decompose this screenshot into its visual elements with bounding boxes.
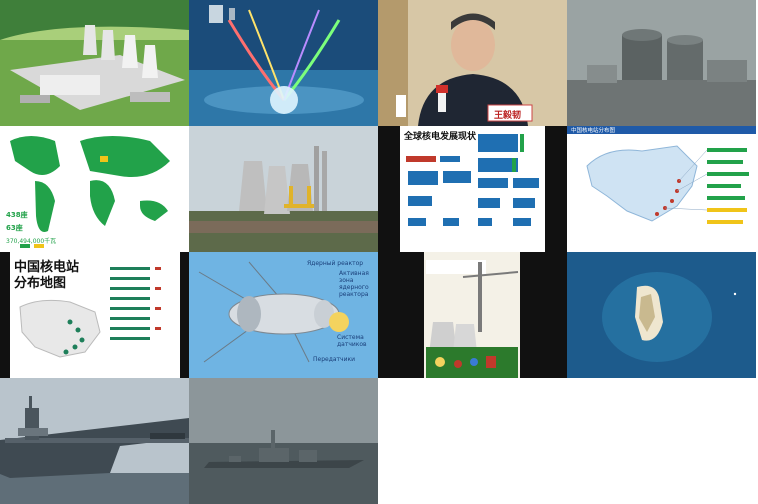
infographic-status-image — [378, 126, 567, 252]
tile-reactor-diagram[interactable] — [378, 252, 567, 378]
tile-world-map[interactable]: 438座 63座 370,494,000千瓦 — [0, 126, 189, 252]
tile-cooling-towers[interactable] — [189, 126, 378, 252]
island-satellite-image — [567, 252, 756, 378]
reactor-label-3: Система датчиков — [337, 334, 367, 348]
nameplate-text: 王毅韧 — [494, 111, 522, 121]
world-map-stat-b: 63座 — [6, 224, 23, 232]
foggy-plant-image — [567, 0, 756, 126]
tile-foggy-plant[interactable] — [567, 0, 756, 126]
reactor-diagram-image — [378, 252, 567, 378]
tile-speaker-portrait[interactable]: 王毅韧 — [378, 0, 567, 126]
tile-island-satellite[interactable] — [567, 252, 756, 378]
tile-empty-1 — [378, 378, 567, 504]
speaker-portrait-image — [378, 0, 567, 126]
reactor-label-2: Активная зона ядерного реактора — [339, 270, 369, 298]
tile-china-plant-map[interactable]: 中国核电站分布图 — [567, 126, 756, 252]
tile-offshore-reactor-beams[interactable] — [189, 0, 378, 126]
china-plant-map-title: 中国核电站分布图 — [571, 128, 616, 134]
world-map-stat-a: 438座 — [6, 211, 28, 219]
tile-aircraft-carrier[interactable] — [0, 378, 189, 504]
offshore-reactor-image — [189, 0, 378, 126]
tile-infographic-status[interactable]: 全球核电发展现状 — [378, 126, 567, 252]
china-plant-map-image — [567, 126, 756, 252]
world-map-image — [0, 126, 189, 252]
reactor-label-1: Ядерный реактор — [307, 260, 364, 267]
infographic-title: 全球核电发展现状 — [404, 132, 477, 142]
tile-plant-rendering[interactable] — [0, 0, 189, 126]
china-map-poster-title-2: 分布地图 — [14, 276, 67, 291]
destroyer-image — [189, 378, 378, 504]
cooling-towers-image — [189, 126, 378, 252]
tile-satellite-reactor[interactable]: Ядерный реактор Активная зона ядерного р… — [189, 252, 378, 378]
reactor-label-4: Передатчики — [313, 356, 355, 363]
aircraft-carrier-image — [0, 378, 189, 504]
tile-china-map-poster[interactable]: 中国核电站 分布地图 — [0, 252, 189, 378]
world-map-stat-c: 370,494,000千瓦 — [6, 238, 57, 245]
image-grid: 王毅韧 438座 63座 370,494,000千瓦 全球核电发展现状 中国核电… — [0, 0, 758, 504]
plant-rendering-image — [0, 0, 189, 126]
tile-empty-2 — [567, 378, 756, 504]
tile-destroyer[interactable] — [189, 378, 378, 504]
